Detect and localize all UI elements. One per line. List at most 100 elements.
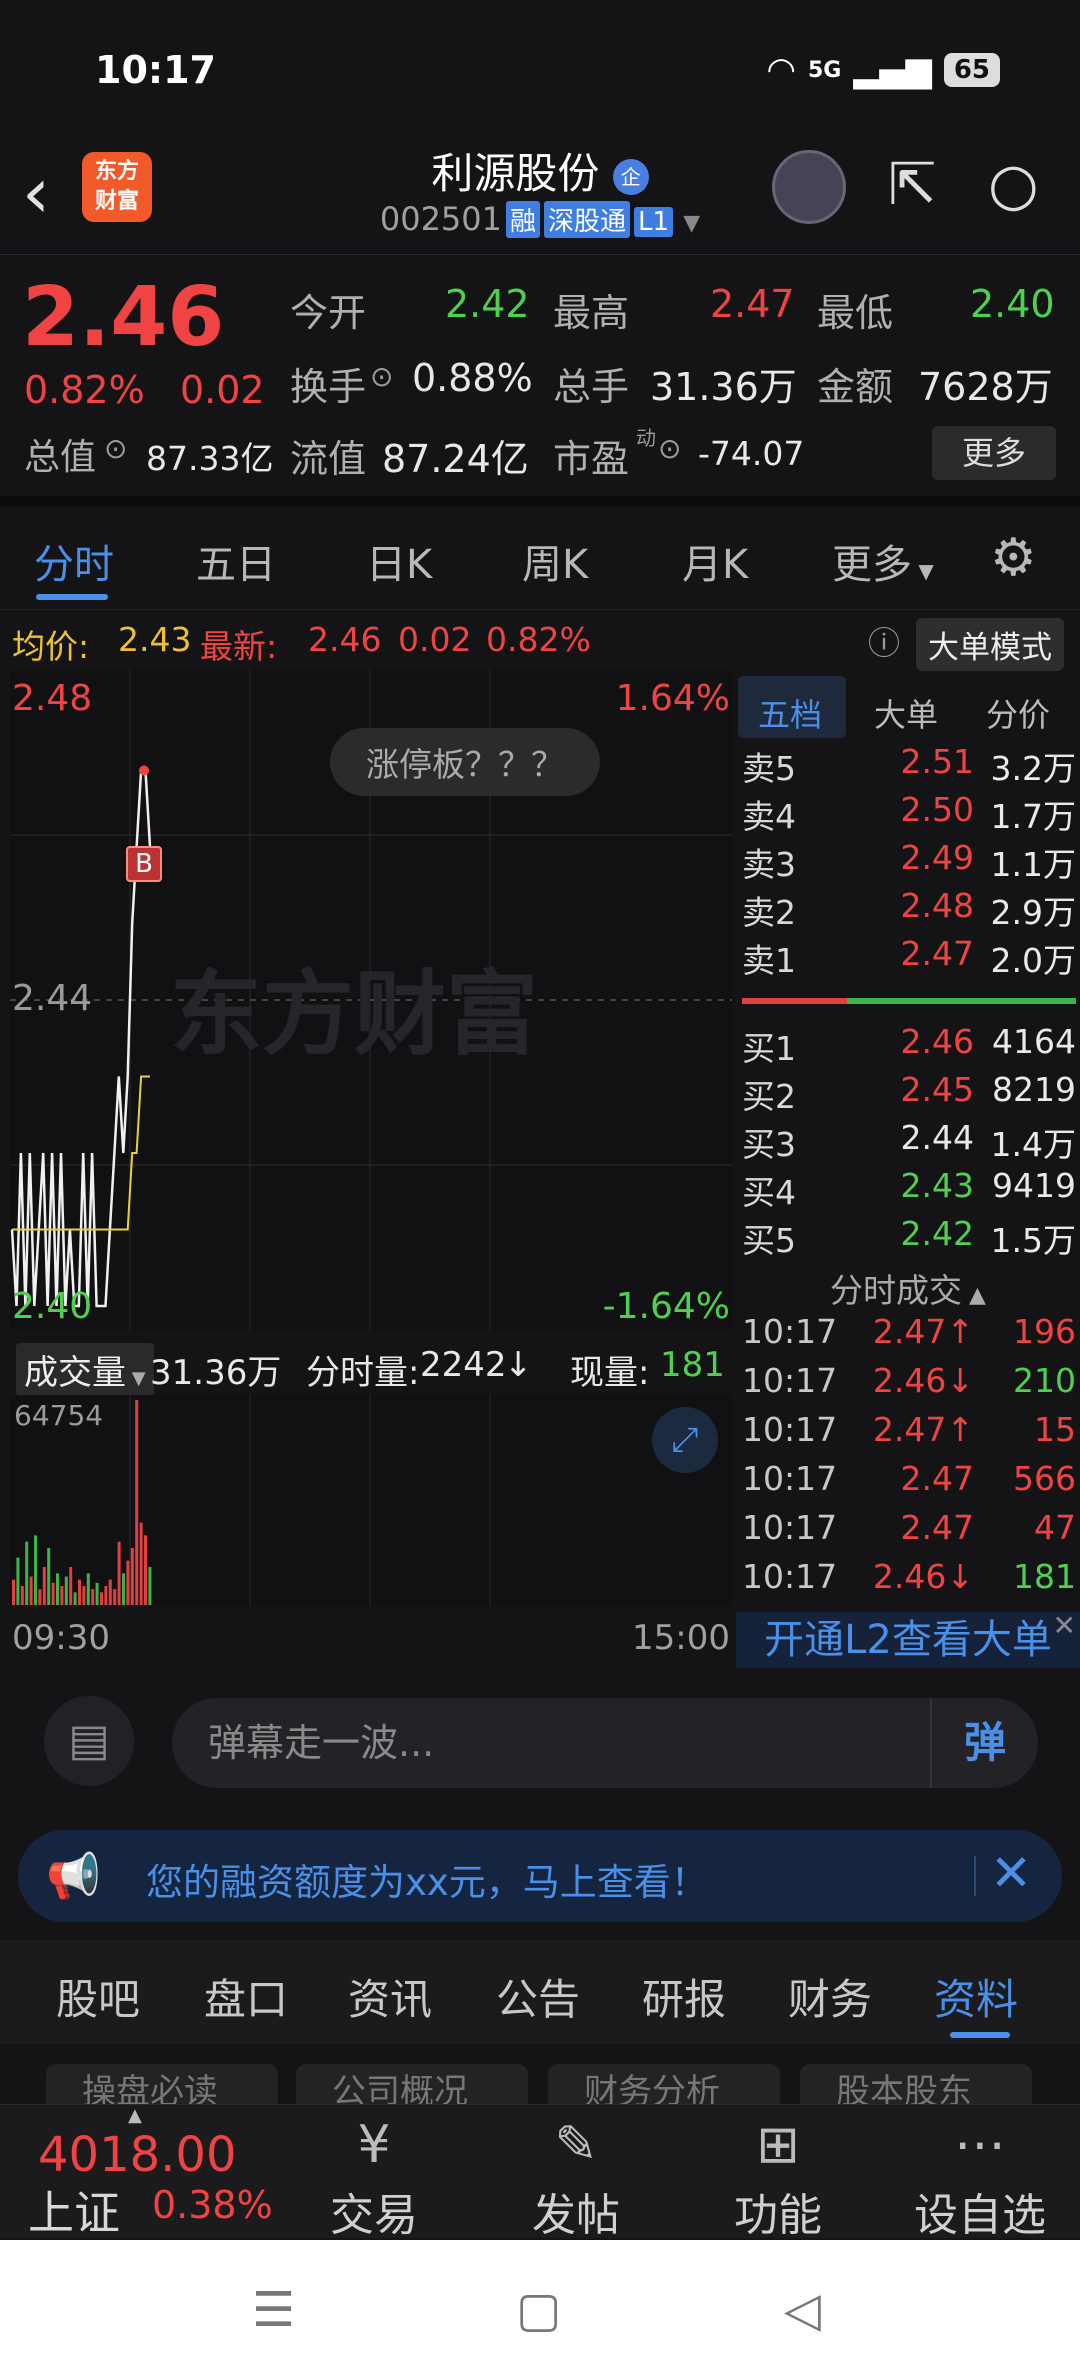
bid-row[interactable]: 买3 2.44 1.4万 <box>736 1118 1080 1166</box>
ask-row[interactable]: 卖5 2.51 3.2万 <box>736 742 1080 790</box>
tab-announcements[interactable]: 公告 <box>496 1966 580 2027</box>
wifi-icon: ◠ <box>766 50 796 90</box>
close-icon[interactable]: ✕ <box>1053 1598 1076 1654</box>
buy-sell-ratio-bar <box>742 998 1076 1004</box>
bid-volume: 9419 <box>992 1166 1076 1205</box>
tab-price-dist[interactable]: 分价 <box>986 690 1050 736</box>
volume-bar <box>117 1541 121 1605</box>
nav-add-watchlist[interactable]: ⋯ 设自选 <box>910 2115 1050 2243</box>
info-icon[interactable]: ⊙ <box>104 432 127 465</box>
trade-row: 10:17 2.46↓ 181 <box>736 1557 1080 1607</box>
trade-volume: 196 <box>1013 1312 1076 1351</box>
profile-chips: 操盘必读 公司概况 财务分析 股本股东 <box>0 2044 1080 2104</box>
tab-profile[interactable]: 资料 <box>934 1966 1018 2027</box>
home-icon[interactable]: ▢ <box>516 2282 561 2338</box>
bid-row[interactable]: 买2 2.45 8219 <box>736 1070 1080 1118</box>
bid-volume: 1.4万 <box>990 1125 1076 1164</box>
ask-row[interactable]: 卖4 2.50 1.7万 <box>736 790 1080 838</box>
back-nav-icon[interactable]: ◁ <box>784 2282 821 2338</box>
volume-bar <box>12 1579 15 1605</box>
bid-row[interactable]: 买4 2.43 9419 <box>736 1166 1080 1214</box>
tab-monthly[interactable]: 月K <box>682 532 748 590</box>
volume-bar <box>86 1573 90 1605</box>
tab-intraday[interactable]: 分时 <box>34 532 114 590</box>
expand-icon[interactable]: ⤢ <box>652 1407 718 1473</box>
tab-big-orders[interactable]: 大单 <box>874 690 938 736</box>
settings-icon[interactable]: ⚙ <box>990 528 1037 588</box>
battery-icon: 65 <box>943 53 1000 87</box>
volume-chart[interactable]: 64754 ⤢ <box>10 1395 732 1605</box>
divider <box>974 1856 976 1896</box>
tab-finance[interactable]: 财务 <box>788 1966 872 2027</box>
total-volume: 31.36万 <box>150 1353 282 1393</box>
tab-five-levels[interactable]: 五档 <box>758 690 822 736</box>
ask-row[interactable]: 卖3 2.49 1.1万 <box>736 838 1080 886</box>
tab-order-book[interactable]: 盘口 <box>204 1966 288 2027</box>
index-price[interactable]: 4018.00 <box>38 2127 237 2183</box>
ask-label: 卖2 <box>742 893 796 932</box>
tab-weekly[interactable]: 周K <box>522 532 588 590</box>
share-icon[interactable]: ⇱ <box>888 150 937 218</box>
volume-bar <box>60 1586 64 1605</box>
intraday-chart[interactable]: 2.48 1.64% 2.44 2.40 -1.64% 涨停板？？？ 东方财富 … <box>10 670 732 1330</box>
index-pct[interactable]: 0.38% <box>152 2183 273 2227</box>
chip-company-overview[interactable]: 公司概况 <box>296 2064 528 2104</box>
volume-max-label: 64754 <box>14 1399 104 1432</box>
danmu-settings-icon[interactable]: ▤ <box>44 1696 134 1786</box>
limit-up-bubble[interactable]: 涨停板？？？ <box>330 728 600 796</box>
danmu-toggle-button[interactable]: 弹 <box>930 1698 1038 1788</box>
caret-down-icon: ▼ <box>912 559 934 583</box>
open-value: 2.42 <box>445 282 530 326</box>
big-order-mode-button[interactable]: 大单模式 <box>916 618 1064 671</box>
search-icon[interactable]: ○ <box>988 150 1039 218</box>
robot-assistant-icon[interactable] <box>772 150 846 224</box>
index-name[interactable]: 上证 <box>28 2177 120 2243</box>
ask-label: 卖5 <box>742 749 796 788</box>
help-icon[interactable]: ⓘ <box>868 618 900 664</box>
more-button[interactable]: 更多 <box>932 426 1056 480</box>
dropdown-icon[interactable]: ▼ <box>683 211 700 236</box>
nav-functions[interactable]: ⊞ 功能 <box>708 2115 848 2243</box>
chip-shareholders[interactable]: 股本股东 <box>800 2064 1032 2104</box>
nav-add-watchlist-label: 设自选 <box>914 2190 1046 2241</box>
tab-forum[interactable]: 股吧 <box>56 1966 140 2027</box>
info-icon[interactable]: ⊙ <box>370 360 393 393</box>
megaphone-icon: 📢 <box>46 1851 101 1902</box>
turnover-value: 0.88% <box>412 356 533 400</box>
volume-bar <box>16 1557 20 1605</box>
watermark: 东方财富 <box>170 961 539 1068</box>
trades-title[interactable]: 分时成交 ▲ <box>736 1264 1080 1312</box>
ask-label: 卖1 <box>742 941 796 980</box>
tab-news[interactable]: 资讯 <box>348 1966 432 2027</box>
danmu-input[interactable]: 弹幕走一波... 弹 <box>172 1698 1038 1788</box>
buy-marker[interactable]: B <box>126 846 162 882</box>
tab-daily[interactable]: 日K <box>366 532 432 590</box>
volume-selector[interactable]: 成交量 ▼ <box>16 1343 154 1396</box>
edit-icon: ✎ <box>554 2115 598 2175</box>
ask-row[interactable]: 卖2 2.48 2.9万 <box>736 886 1080 934</box>
trade-volume: 566 <box>1013 1459 1076 1498</box>
bid-row[interactable]: 买5 2.42 1.5万 <box>736 1214 1080 1262</box>
volume-bar <box>69 1567 73 1605</box>
margin-banner[interactable]: 📢 您的融资额度为xx元，马上查看！ ✕ <box>18 1830 1062 1922</box>
bid-label: 买5 <box>742 1221 796 1260</box>
nav-trade[interactable]: ¥ 交易 <box>304 2115 444 2243</box>
volume-bar <box>64 1576 68 1605</box>
bid-label: 买1 <box>742 1029 796 1068</box>
nav-post[interactable]: ✎ 发帖 <box>506 2115 646 2243</box>
tab-more[interactable]: 更多 ▼ <box>832 532 934 590</box>
l2-upgrade-banner[interactable]: 开通L2查看大单 ✕ <box>736 1609 1080 1668</box>
stock-name: 利源股份 <box>431 149 600 198</box>
ask-row[interactable]: 卖1 2.47 2.0万 <box>736 934 1080 982</box>
volume-value: 31.36万 <box>650 365 797 409</box>
ask-price: 2.48 <box>900 886 974 925</box>
chip-financial-analysis[interactable]: 财务分析 <box>548 2064 780 2104</box>
tab-research[interactable]: 研报 <box>642 1966 726 2027</box>
menu-icon[interactable]: ☰ <box>252 2282 295 2338</box>
tab-5day[interactable]: 五日 <box>196 532 276 590</box>
bid-row[interactable]: 买1 2.46 4164 <box>736 1022 1080 1070</box>
chip-must-read[interactable]: 操盘必读 <box>46 2064 278 2104</box>
info-icon[interactable]: ⊙ <box>658 432 681 465</box>
close-icon[interactable]: ✕ <box>990 1844 1032 1902</box>
high-value: 2.47 <box>710 282 795 326</box>
